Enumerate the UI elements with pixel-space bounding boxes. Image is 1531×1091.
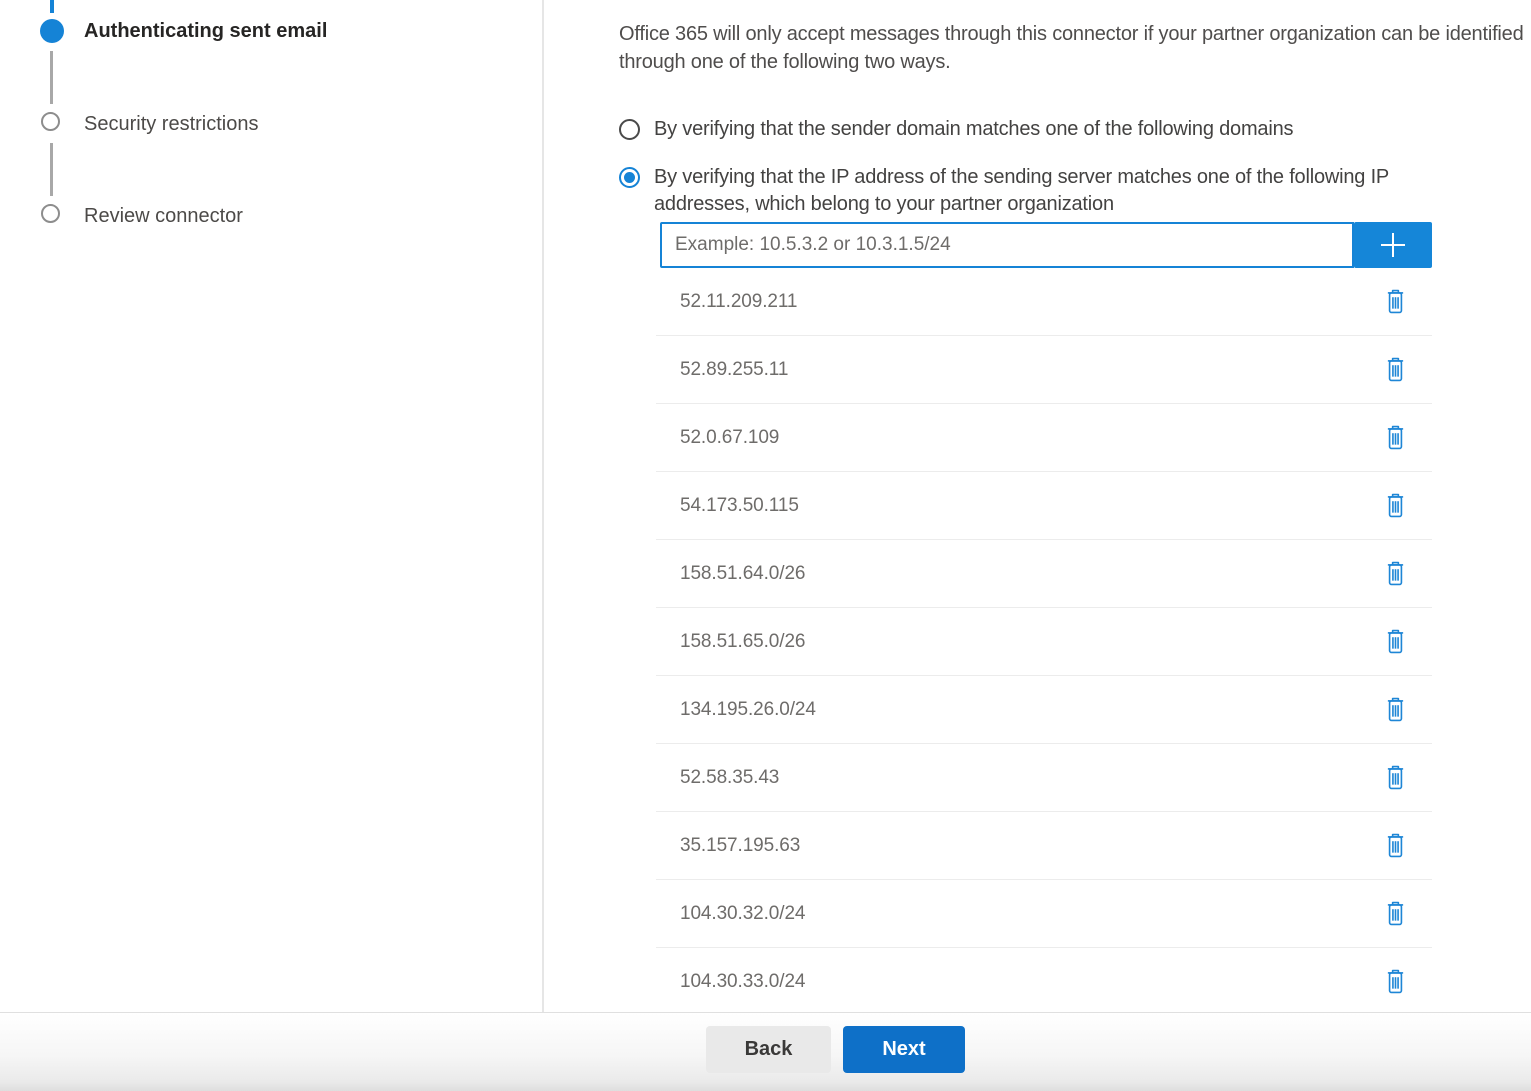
ip-list-row: 158.51.65.0/26 [656,608,1432,676]
option-label: By verifying that the IP address of the … [654,164,1484,218]
ip-list-row: 104.30.32.0/24 [656,880,1432,948]
radio-selected-icon[interactable] [619,167,640,188]
connector-wizard-page: Authenticating sent email Security restr… [0,0,1531,1091]
trash-icon [1385,424,1406,451]
delete-ip-button[interactable] [1381,558,1410,589]
ip-value: 104.30.32.0/24 [680,903,805,925]
step-label: Authenticating sent email [84,20,327,43]
step-upcoming-circle [41,112,60,131]
ip-address-input[interactable] [660,222,1354,268]
ip-list-row: 104.30.33.0/24 [656,948,1432,1016]
stepper-connector [50,51,53,104]
ip-list-row: 52.58.35.43 [656,744,1432,812]
delete-ip-button[interactable] [1381,490,1410,521]
trash-icon [1385,492,1406,519]
wizard-stepper-panel: Authenticating sent email Security restr… [0,0,544,1012]
trash-icon [1385,832,1406,859]
delete-ip-button[interactable] [1381,354,1410,385]
add-ip-button[interactable] [1354,222,1432,268]
ip-list-row: 134.195.26.0/24 [656,676,1432,744]
trash-icon [1385,696,1406,723]
ip-value: 52.58.35.43 [680,767,779,789]
trash-icon [1385,288,1406,315]
trash-icon [1385,900,1406,927]
delete-ip-button[interactable] [1381,422,1410,453]
ip-value: 54.173.50.115 [680,495,799,517]
step-description: Office 365 will only accept messages thr… [619,20,1531,76]
option-label: By verifying that the sender domain matc… [654,116,1293,143]
ip-list-row: 158.51.64.0/26 [656,540,1432,608]
step-label: Security restrictions [84,113,259,136]
trash-icon [1385,764,1406,791]
plus-icon [1377,229,1409,261]
step-upcoming-circle [41,204,60,223]
trash-icon [1385,560,1406,587]
delete-ip-button[interactable] [1381,694,1410,725]
ip-value: 35.157.195.63 [680,835,800,857]
ip-list-row: 52.89.255.11 [656,336,1432,404]
footer-buttons: Back Next [706,1026,965,1073]
radio-unselected-icon[interactable] [619,119,640,140]
ip-value: 52.11.209.211 [680,291,797,313]
next-button[interactable]: Next [843,1026,965,1073]
ip-list-row: 52.0.67.109 [656,404,1432,472]
back-button[interactable]: Back [706,1026,831,1073]
delete-ip-button[interactable] [1381,830,1410,861]
stepper-top-connector [50,0,54,13]
trash-icon [1385,356,1406,383]
ip-value: 52.0.67.109 [680,427,779,449]
delete-ip-button[interactable] [1381,762,1410,793]
ip-list-row: 35.157.195.63 [656,812,1432,880]
delete-ip-button[interactable] [1381,898,1410,929]
trash-icon [1385,628,1406,655]
wizard-step-content: Office 365 will only accept messages thr… [619,0,1531,1016]
delete-ip-button[interactable] [1381,966,1410,997]
step-label: Review connector [84,205,243,228]
ip-list: 52.11.209.211 52.89.255.11 [656,268,1432,1016]
option-verify-sender-domain[interactable]: By verifying that the sender domain matc… [619,116,1531,143]
ip-value: 104.30.33.0/24 [680,971,805,993]
ip-list-row: 52.11.209.211 [656,268,1432,336]
wizard-footer: Back Next [0,1012,1531,1091]
delete-ip-button[interactable] [1381,626,1410,657]
delete-ip-button[interactable] [1381,286,1410,317]
ip-value: 158.51.65.0/26 [680,631,805,653]
step-current-dot [40,19,64,43]
ip-list-row: 54.173.50.115 [656,472,1432,540]
ip-value: 52.89.255.11 [680,359,788,381]
ip-value: 134.195.26.0/24 [680,699,816,721]
stepper-connector [50,143,53,196]
ip-value: 158.51.64.0/26 [680,563,805,585]
ip-entry-row [660,222,1432,268]
option-verify-ip-address[interactable]: By verifying that the IP address of the … [619,164,1531,218]
trash-icon [1385,968,1406,995]
